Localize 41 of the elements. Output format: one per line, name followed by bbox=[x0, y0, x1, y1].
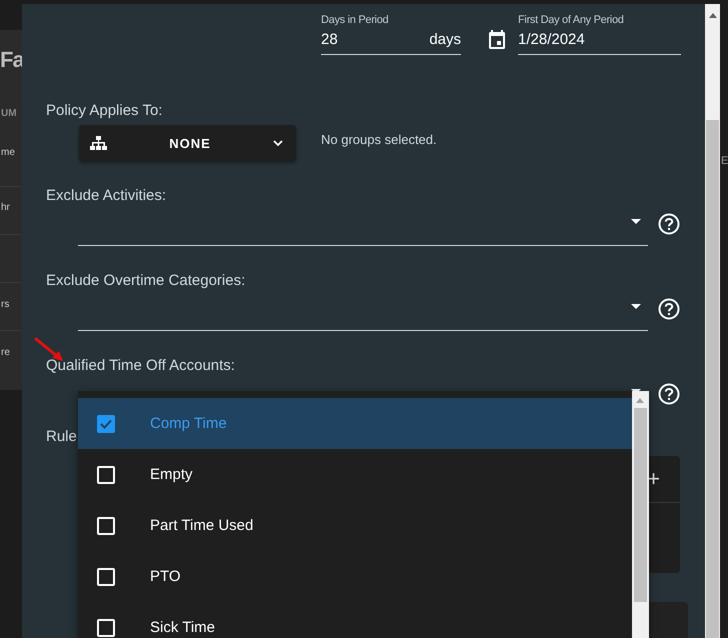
unit-label: days bbox=[429, 30, 461, 50]
chevron-down-icon bbox=[273, 140, 283, 146]
checkbox[interactable] bbox=[97, 466, 115, 484]
scroll-up-icon bbox=[709, 13, 717, 18]
field-label: First Day of Any Period bbox=[518, 14, 625, 27]
scrollbar-thumb[interactable] bbox=[634, 408, 647, 602]
table-cell: re bbox=[1, 346, 10, 360]
section-label: Policy Applies To: bbox=[45, 102, 164, 120]
input-field[interactable]: 28 days bbox=[321, 27, 461, 55]
checkbox[interactable] bbox=[97, 414, 115, 432]
section-label: Rule bbox=[45, 428, 78, 446]
group-dropdown-button[interactable]: NONE bbox=[79, 125, 296, 161]
dropdown-option[interactable]: PTO bbox=[78, 551, 632, 602]
dropdown-option[interactable]: Empty bbox=[78, 449, 632, 500]
date-field[interactable]: 1/28/2024 bbox=[518, 27, 681, 55]
dropdown-option[interactable]: Part Time Used bbox=[78, 500, 632, 551]
scrollbar-thumb[interactable] bbox=[706, 120, 719, 638]
column-header: E bbox=[721, 154, 728, 168]
checkbox[interactable] bbox=[97, 568, 115, 586]
hierarchy-icon bbox=[90, 136, 107, 150]
table-cell: rs bbox=[1, 298, 10, 312]
checkbox[interactable] bbox=[97, 618, 115, 636]
help-icon[interactable] bbox=[658, 212, 680, 234]
scroll-up-icon bbox=[636, 398, 644, 403]
calendar-icon[interactable] bbox=[488, 30, 506, 50]
checkbox[interactable] bbox=[97, 516, 115, 534]
field-label: Days in Period bbox=[321, 14, 390, 27]
table-cell: me bbox=[1, 146, 15, 160]
help-icon[interactable] bbox=[658, 382, 680, 404]
scrollbar[interactable] bbox=[705, 4, 720, 638]
add-button[interactable]: + bbox=[647, 468, 660, 490]
section-label: Exclude Activities: bbox=[45, 187, 168, 205]
section-label: Qualified Time Off Accounts: bbox=[45, 357, 236, 375]
scrollbar[interactable] bbox=[632, 391, 649, 638]
column-header: UM bbox=[1, 107, 17, 121]
section-label: Exclude Overtime Categories: bbox=[45, 272, 246, 290]
table-cell: hr bbox=[1, 201, 10, 215]
dropdown-option[interactable]: Comp Time bbox=[78, 398, 632, 449]
status-text: No groups selected. bbox=[321, 132, 437, 147]
dropdown-option[interactable]: Sick Time bbox=[78, 602, 632, 638]
help-icon[interactable] bbox=[658, 298, 680, 320]
